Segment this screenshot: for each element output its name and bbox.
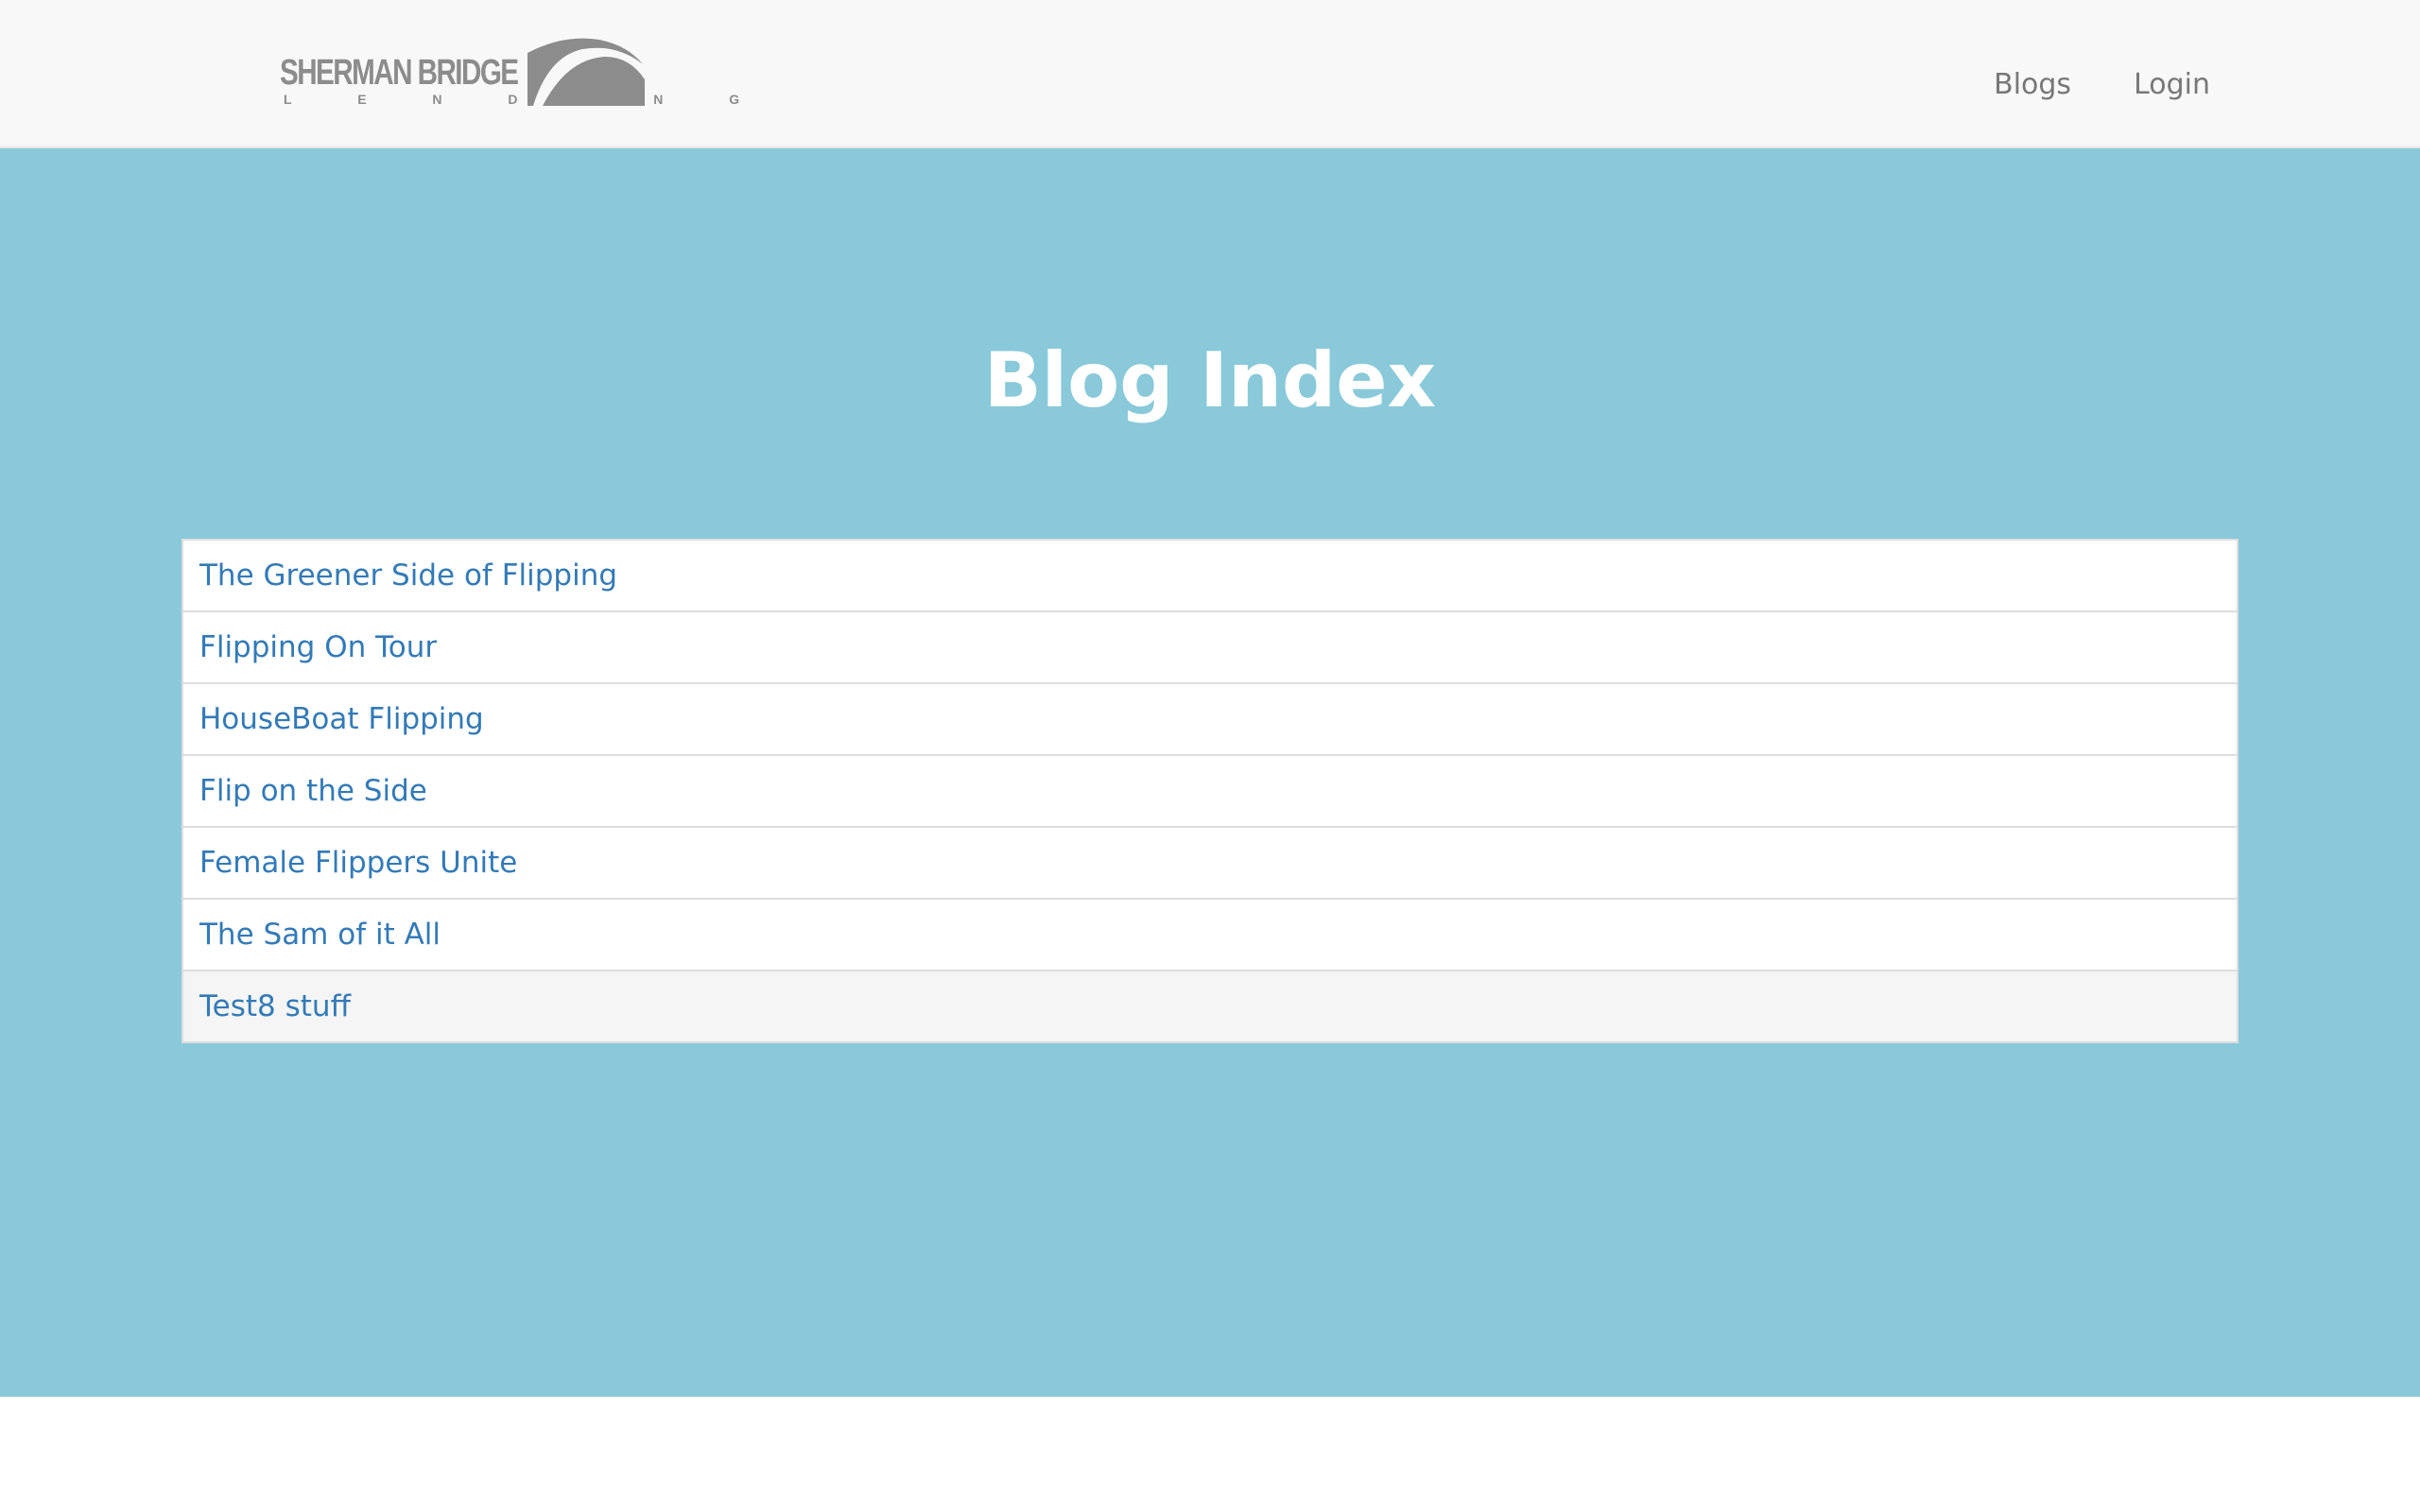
blog-list: The Greener Side of Flipping Flipping On… — [182, 539, 2238, 1043]
blog-list-item[interactable]: HouseBoat Flipping — [183, 684, 2237, 756]
brand-logo[interactable]: SHERMAN BRIDGE L E N D I N G — [280, 36, 739, 112]
blog-list-item-hovered[interactable]: Test8 stuff — [183, 971, 2237, 1041]
blog-link[interactable]: Flipping On Tour — [199, 630, 437, 664]
top-navbar: SHERMAN BRIDGE L E N D I N G Blogs Login — [0, 0, 2420, 148]
nav-blogs-link[interactable]: Blogs — [1994, 68, 2071, 102]
nav-login-link[interactable]: Login — [2134, 68, 2210, 102]
page-title: Blog Index — [983, 336, 1437, 424]
blog-link[interactable]: HouseBoat Flipping — [199, 702, 484, 736]
blog-link[interactable]: The Sam of it All — [199, 918, 441, 952]
bridge-arch-icon — [527, 38, 645, 106]
blog-list-item[interactable]: Female Flippers Unite — [183, 828, 2237, 900]
blog-link[interactable]: The Greener Side of Flipping — [199, 558, 617, 593]
blog-list-item[interactable]: The Sam of it All — [183, 900, 2237, 971]
blog-link[interactable]: Flip on the Side — [199, 774, 427, 808]
hero-section: Blog Index The Greener Side of Flipping … — [0, 148, 2420, 1397]
nav-links: Blogs Login — [1994, 68, 2210, 102]
blog-link[interactable]: Test8 stuff — [199, 989, 351, 1023]
blog-list-item[interactable]: Flip on the Side — [183, 756, 2237, 828]
blog-list-item[interactable]: The Greener Side of Flipping — [183, 541, 2237, 612]
brand-name: SHERMAN BRIDGE — [280, 53, 519, 93]
blog-link[interactable]: Female Flippers Unite — [199, 846, 517, 880]
blog-list-item[interactable]: Flipping On Tour — [183, 612, 2237, 684]
